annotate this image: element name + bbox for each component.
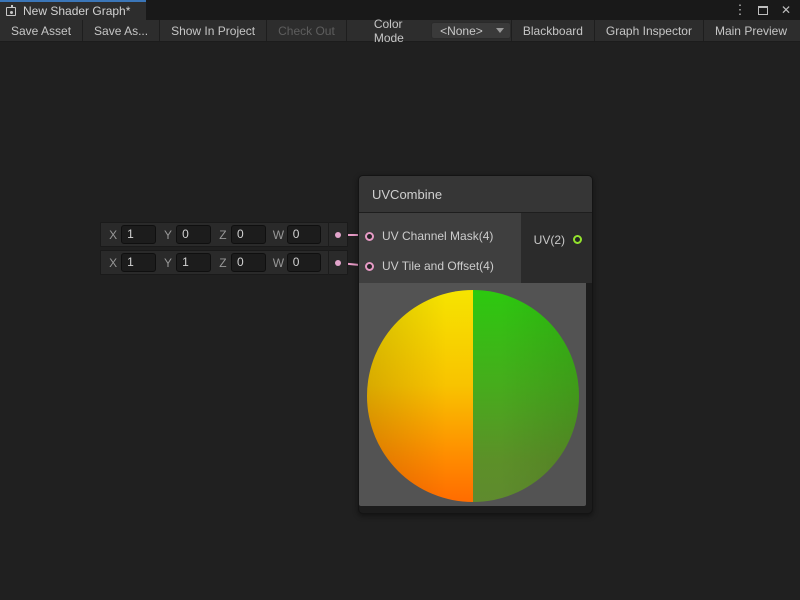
z-label: Z (218, 228, 228, 242)
input-port-uv-channel-mask: UV Channel Mask(4) (359, 221, 521, 251)
node-preview (359, 283, 586, 506)
color-mode-label: Color Mode (374, 17, 422, 45)
sphere-right-half (473, 290, 579, 502)
port-dot-icon (335, 260, 341, 266)
color-mode-dropdown[interactable]: <None> (431, 22, 511, 39)
w-field[interactable]: 0 (287, 225, 322, 244)
x-field[interactable]: 1 (121, 253, 156, 272)
blackboard-toggle-button[interactable]: Blackboard (511, 20, 594, 41)
vector4-input-row-2[interactable]: X 1 Y 1 Z 0 W 0 (100, 250, 348, 275)
input-port-uv-tile-offset: UV Tile and Offset(4) (359, 251, 521, 281)
graph-canvas[interactable]: X 1 Y 0 Z 0 W 0 X 1 Y 1 Z 0 W 0 UVCombin… (0, 42, 800, 600)
w-field[interactable]: 0 (287, 253, 322, 272)
window-controls: ⋮ ✕ (732, 0, 800, 20)
color-mode-group: Color Mode <None> (374, 20, 511, 41)
maximize-icon[interactable] (755, 2, 771, 18)
vector4-input-row-1[interactable]: X 1 Y 0 Z 0 W 0 (100, 222, 348, 247)
node-output-ports: UV(2) (521, 213, 592, 283)
input-port-ring-icon[interactable] (365, 262, 374, 271)
z-field[interactable]: 0 (231, 253, 266, 272)
output-port-ring-icon[interactable] (573, 235, 582, 244)
show-in-project-button[interactable]: Show In Project (160, 20, 267, 41)
color-mode-value: <None> (440, 24, 496, 38)
save-as-button[interactable]: Save As... (83, 20, 160, 41)
node-uvcombine[interactable]: UVCombine UV Channel Mask(4) UV Tile and… (358, 175, 593, 514)
x-label: X (108, 256, 118, 270)
close-icon[interactable]: ✕ (778, 2, 794, 18)
node-title: UVCombine (372, 187, 442, 202)
port-dot-icon (335, 232, 341, 238)
tab-title: New Shader Graph* (23, 4, 130, 18)
toolbar: Save Asset Save As... Show In Project Ch… (0, 20, 800, 42)
vector4-output-port-2[interactable] (328, 250, 347, 275)
input-port-label: UV Tile and Offset(4) (382, 259, 494, 273)
tab-new-shader-graph[interactable]: New Shader Graph* (0, 0, 146, 20)
node-ports: UV Channel Mask(4) UV Tile and Offset(4)… (359, 213, 592, 283)
sphere-left-half (367, 290, 473, 502)
w-label: W (273, 256, 284, 270)
input-port-label: UV Channel Mask(4) (382, 229, 493, 243)
save-asset-button[interactable]: Save Asset (0, 20, 83, 41)
uv-preview-sphere (367, 290, 579, 502)
vector4-output-port-1[interactable] (328, 222, 347, 247)
node-header[interactable]: UVCombine (359, 176, 592, 213)
z-field[interactable]: 0 (231, 225, 266, 244)
window-menu-icon[interactable]: ⋮ (732, 2, 748, 18)
shader-graph-window: New Shader Graph* ⋮ ✕ Save Asset Save As… (0, 0, 800, 600)
node-input-ports: UV Channel Mask(4) UV Tile and Offset(4) (359, 213, 521, 283)
toolbar-right-group: Blackboard Graph Inspector Main Preview (511, 20, 800, 41)
y-label: Y (163, 256, 173, 270)
graph-inspector-toggle-button[interactable]: Graph Inspector (594, 20, 703, 41)
y-field[interactable]: 0 (176, 225, 211, 244)
check-out-button: Check Out (267, 20, 347, 41)
node-preview-section (359, 283, 592, 513)
main-preview-toggle-button[interactable]: Main Preview (703, 20, 800, 41)
chevron-down-icon (496, 28, 504, 33)
input-port-ring-icon[interactable] (365, 232, 374, 241)
shader-graph-asset-icon (6, 5, 18, 17)
x-label: X (108, 228, 118, 242)
z-label: Z (218, 256, 228, 270)
y-field[interactable]: 1 (176, 253, 211, 272)
x-field[interactable]: 1 (121, 225, 156, 244)
output-port-label: UV(2) (534, 233, 565, 247)
y-label: Y (163, 228, 173, 242)
w-label: W (273, 228, 284, 242)
